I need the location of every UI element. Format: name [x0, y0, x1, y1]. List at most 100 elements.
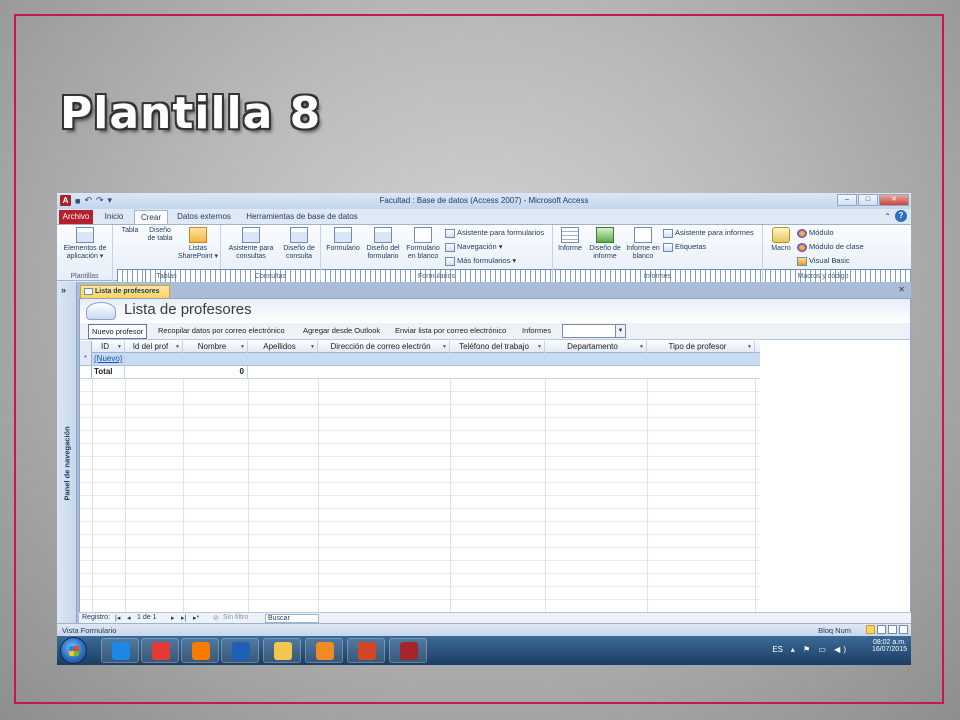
total-row: Total 0 [80, 366, 760, 379]
form-tab-icon [84, 288, 93, 295]
filter-status[interactable]: Sin filtro [223, 614, 248, 621]
taskbar-media-button[interactable] [305, 638, 343, 663]
tab-archivo[interactable]: Archivo [59, 210, 93, 224]
last-record-icon[interactable]: ▸| [181, 614, 186, 622]
navigation-pane[interactable]: » Panel de navegación [57, 282, 77, 623]
diseno-informe-button[interactable]: Diseño de informe [587, 227, 623, 261]
column-header-apellidos[interactable]: Apellidos ▼ [248, 341, 318, 353]
formulario-blanco-button[interactable]: Formulario en blanco [403, 227, 443, 261]
prev-record-icon[interactable]: ◂ [127, 614, 131, 622]
modulo-clase-button[interactable]: Módulo de clase [797, 242, 864, 252]
recopilar-datos-button[interactable]: Recopilar datos por correo electrónico [158, 326, 285, 335]
taskbar-chrome-button[interactable] [141, 638, 179, 663]
new-record-link[interactable]: (Nuevo) [92, 353, 125, 365]
new-row-marker[interactable]: * [80, 353, 92, 365]
elementos-aplicacion-button[interactable]: Elementos de aplicación ▾ [59, 227, 111, 261]
layout-view-icon[interactable] [888, 625, 897, 634]
taskbar-word-button[interactable] [221, 638, 259, 663]
view-buttons [866, 625, 908, 634]
help-icon[interactable]: ? [895, 210, 907, 222]
column-header-correo[interactable]: Dirección de correo electrón ▼ [318, 341, 450, 353]
column-header-telefono[interactable]: Teléfono del trabajo ▼ [450, 341, 545, 353]
new-record-icon[interactable]: ▸* [193, 614, 199, 622]
datasheet-view-icon[interactable] [877, 625, 886, 634]
asistente-informes-button[interactable]: Asistente para informes [663, 228, 754, 238]
grid-line [450, 341, 451, 619]
modulo-button[interactable]: Módulo [797, 228, 834, 238]
taskbar-powerpoint-button[interactable] [347, 638, 385, 663]
powerpoint-icon [358, 642, 376, 660]
ribbon: Elementos de aplicación ▾ Plantillas Tab… [57, 224, 911, 285]
design-view-icon[interactable] [899, 625, 908, 634]
nuevo-profesor-button[interactable]: Nuevo profesor [88, 324, 148, 339]
search-box[interactable]: Buscar [265, 614, 319, 623]
enviar-lista-button[interactable]: Enviar lista por correo electrónico [395, 326, 506, 335]
navigation-icon [445, 242, 455, 252]
column-header-departamento[interactable]: Departamento ▼ [545, 341, 647, 353]
record-navigator: Registro: |◂ ◂ 1 de 1 ▸ ▸| ▸* ⊘ Sin filt… [79, 612, 911, 623]
listas-sharepoint-button[interactable]: Listas SharePoint ▾ [177, 227, 219, 261]
agregar-outlook-button[interactable]: Agregar desde Outlook [303, 326, 380, 335]
record-position[interactable]: 1 de 1 [137, 614, 156, 621]
minimize-button[interactable]: – [837, 194, 857, 206]
group-label: Plantillas [70, 273, 99, 280]
report-design-icon [596, 227, 614, 243]
macro-button[interactable]: Macro [767, 227, 795, 253]
chevron-down-icon[interactable]: ▼ [615, 325, 625, 337]
mas-formularios-button[interactable]: Más formularios ▾ [445, 256, 516, 266]
query-wizard-icon [242, 227, 260, 243]
informe-button[interactable]: Informe [555, 227, 585, 253]
select-all-cell[interactable] [80, 341, 92, 353]
windows-taskbar: ES ▴ ⚑ ▭ ◀) 08:02 a.m. 16/07/2015 [57, 636, 911, 665]
tab-inicio[interactable]: Inicio [99, 210, 129, 224]
informe-blanco-button[interactable]: Informe en blanco [625, 227, 661, 261]
first-record-icon[interactable]: |◂ [115, 614, 120, 622]
expand-nav-pane-icon[interactable]: » [61, 285, 66, 295]
filter-icon[interactable]: ⊘ [213, 614, 219, 622]
language-indicator[interactable]: ES [772, 645, 783, 654]
next-record-icon[interactable]: ▸ [171, 614, 175, 622]
tab-herramientas[interactable]: Herramientas de base de datos [243, 210, 361, 224]
window-title: Facultad : Base de datos (Access 2007) -… [379, 196, 589, 205]
asistente-formularios-button[interactable]: Asistente para formularios [445, 228, 544, 238]
taskbar-access-button[interactable] [389, 638, 427, 663]
clock[interactable]: 08:02 a.m. 16/07/2015 [872, 639, 907, 653]
form-view-icon[interactable] [866, 625, 875, 634]
form-body: Lista de profesores Nuevo profesor Recop… [79, 298, 911, 623]
taskbar-firefox-button[interactable] [181, 638, 219, 663]
diseno-tabla-button[interactable]: Diseño de tabla [145, 227, 911, 285]
group-consultas: Asistente para consultas Diseño de consu… [221, 225, 321, 281]
new-record-row[interactable]: * (Nuevo) [80, 353, 760, 366]
grid-line [647, 341, 648, 619]
tab-crear[interactable]: Crear [134, 210, 168, 224]
asistente-consultas-button[interactable]: Asistente para consultas [225, 227, 277, 261]
document-tab-lista-profesores[interactable]: Lista de profesores [80, 285, 170, 298]
column-header-nombre[interactable]: Nombre ▼ [183, 341, 248, 353]
tabla-button[interactable]: Tabla [117, 227, 911, 285]
taskbar-ie-button[interactable] [101, 638, 139, 663]
record-label: Registro: [82, 614, 111, 621]
column-header-id-prof[interactable]: Id del prof ▼ [125, 341, 183, 353]
start-button[interactable] [60, 637, 87, 664]
maximize-button[interactable]: □ [858, 194, 878, 206]
total-nombre-value[interactable]: 0 [183, 366, 248, 378]
form-icon [334, 227, 352, 243]
column-header-tipo[interactable]: Tipo de profesor ▼ [647, 341, 755, 353]
form-logo-icon [86, 302, 116, 320]
collapse-ribbon-icon[interactable]: ⌃ [884, 212, 891, 221]
taskbar-explorer-button[interactable] [263, 638, 301, 663]
diseno-formulario-button[interactable]: Diseño del formulario [363, 227, 403, 261]
visual-basic-button[interactable]: Visual Basic [797, 256, 850, 266]
slide-title: Plantilla 8 [60, 88, 322, 139]
close-window-button[interactable]: ✕ [879, 194, 909, 206]
formulario-button[interactable]: Formulario [323, 227, 363, 253]
close-document-icon[interactable]: ✕ [898, 285, 905, 294]
chrome-icon [152, 642, 170, 660]
column-header-id[interactable]: ID ▼ [92, 341, 125, 353]
tray-icons[interactable]: ▴ ⚑ ▭ ◀) [791, 645, 849, 654]
informes-select[interactable]: ▼ [562, 324, 626, 338]
navegacion-button[interactable]: Navegación ▾ [445, 242, 502, 252]
diseno-consulta-button[interactable]: Diseño de consulta [279, 227, 319, 261]
tab-datos-externos[interactable]: Datos externos [174, 210, 234, 224]
etiquetas-button[interactable]: Etiquetas [663, 242, 706, 252]
